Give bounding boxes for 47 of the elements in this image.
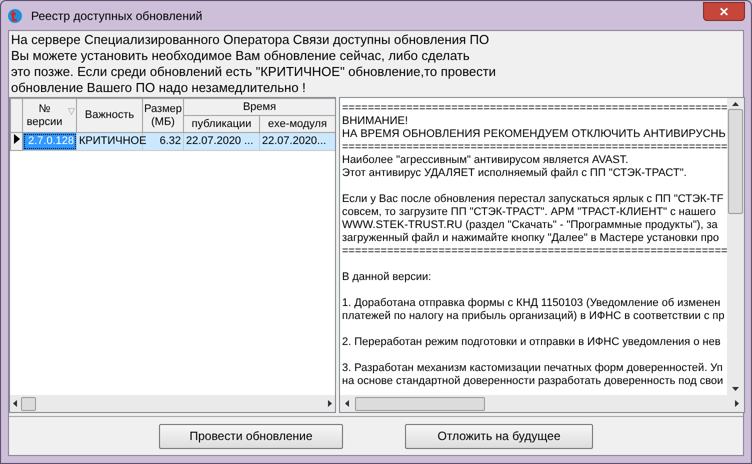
current-row-icon	[14, 134, 20, 144]
scroll-right-icon[interactable]	[328, 400, 332, 407]
notes-text-line: Этот антивирус УДАЛЯЕТ исполняемый файл с ПП "СТЭК-ТРАСТ".	[342, 167, 687, 180]
notes-text-line: на основе стандартной доверенности разработать доверенность под свои	[342, 375, 724, 388]
notes-text-line: НА ВРЕМЯ ОБНОВЛЕНИЯ РЕКОМЕНДУЕМ ОТКЛЮЧИТЬ АНТИВИРУСНЬ	[342, 128, 726, 141]
notes-text-line: платежей по налогу на прибыль организаций) в ИФНС в соответствии с пр	[342, 310, 724, 323]
scroll-down-icon[interactable]	[732, 387, 740, 391]
table-cell[interactable]: 22.07.2020...	[260, 132, 335, 150]
notes-text-line: 3. Разработан механизм кастомизации печатных форм доверенностей. Уп	[342, 362, 723, 375]
info-text-line: это позже. Если среди обновлений есть "КРИТИЧНОЕ" обновление,то провести	[11, 64, 496, 80]
column-header[interactable]: exe-модуля	[260, 116, 335, 132]
postpone-button[interactable]: Отложить на будущее	[405, 424, 593, 448]
notes-text-line: Наиболее "агрессивным" антивирусом является AVAST.	[342, 154, 628, 167]
notes-text-line: ============================================================	[342, 245, 728, 258]
column-header[interactable]: № версии ▽	[22, 98, 76, 132]
scroll-left-icon[interactable]	[13, 400, 17, 407]
scroll-thumb[interactable]	[355, 396, 485, 410]
notes-text-line: загруженный файл и нажимайте кнопку "Далее" в Мастере установки про	[342, 232, 719, 245]
notes-text-line: совсем, то загрузите ПП "СТЭК-ТРАСТ". АРМ "ТРАСТ-КЛИЕНТ" с нашего	[342, 206, 716, 219]
horizontal-scrollbar[interactable]	[340, 395, 744, 412]
window-title: Реестр доступных обновлений	[31, 8, 202, 24]
scroll-thumb[interactable]	[728, 109, 744, 214]
column-header[interactable]: Размер (МБ)	[142, 98, 184, 132]
notes-text-line: 2. Переработан режим подготовки и отправки в ИФНС уведомления о нев	[342, 336, 721, 349]
table-cell[interactable]: 22.07.2020 ...	[184, 132, 260, 150]
notes-text-line: Если у Вас после обновления перестал запускаться ярлык с ПП "СТЭК-ТF	[342, 193, 724, 206]
column-header[interactable]: Важность	[76, 98, 142, 132]
info-text-line: На сервере Специализированного Оператора Связи доступны обновления ПО	[11, 32, 490, 48]
notes-text-line: WWW.STEK-TRUST.RU (раздел "Скачать" - "Программные продукты"), за	[342, 219, 718, 232]
notes-text-line: В данной версии:	[342, 271, 432, 284]
horizontal-scrollbar[interactable]	[10, 395, 335, 412]
notes-text-line: 1. Доработана отправка формы с КНД 1150103 (Уведомление об изменен	[342, 297, 720, 310]
notes-text-line: ============================================================	[342, 141, 728, 154]
column-header[interactable]: публикации	[184, 116, 260, 132]
scroll-up-icon[interactable]	[732, 102, 740, 106]
close-button[interactable]: ✕	[703, 2, 745, 21]
scroll-right-icon[interactable]	[735, 400, 740, 407]
vertical-scrollbar[interactable]	[727, 98, 744, 395]
notes-text-line: ============================================================	[342, 102, 728, 115]
column-header[interactable]: Время	[184, 98, 335, 116]
scroll-left-icon[interactable]	[345, 400, 349, 407]
info-text-line: обновление Вашего ПО надо незамедлительно !	[11, 80, 306, 96]
scroll-thumb[interactable]	[21, 396, 36, 410]
app-logo-icon	[7, 8, 23, 24]
notes-text-line: ВНИМАНИЕ!	[342, 115, 408, 128]
info-text-line: Вы можете установить необходимое Вам обновление сейчас, либо сделать	[11, 48, 470, 64]
install-update-button[interactable]: Провести обновление	[159, 424, 343, 448]
